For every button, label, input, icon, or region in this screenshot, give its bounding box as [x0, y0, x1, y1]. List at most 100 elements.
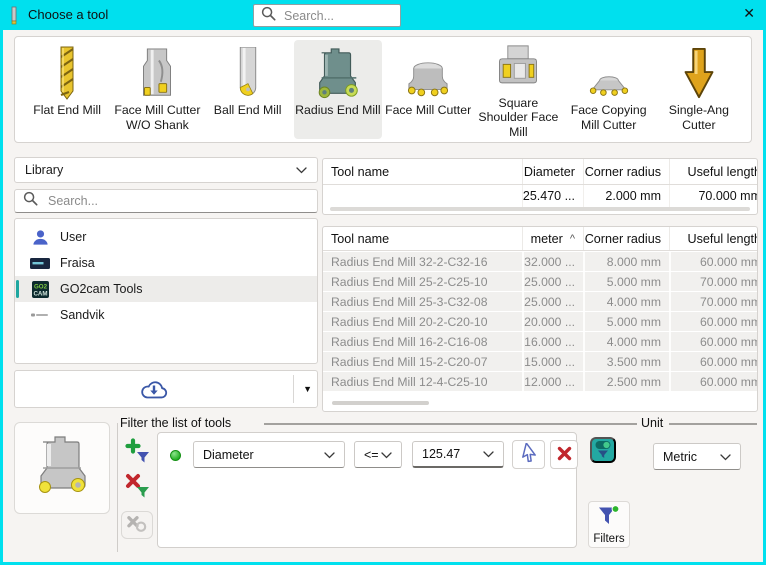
tool-type-label: Square Shoulder Face Mill [474, 96, 562, 140]
table-row[interactable]: Radius End Mill 25-3-C32-08 25.000 ... 4… [323, 292, 757, 311]
svg-text:GO2: GO2 [33, 283, 47, 290]
cell-diameter: 25.000 ... [522, 272, 583, 291]
cloud-download-icon [15, 371, 293, 407]
tool-rows: Radius End Mill 32-2-C32-16 32.000 ... 8… [323, 251, 757, 391]
unit-dropdown[interactable]: Metric [653, 443, 741, 470]
table-row[interactable]: Radius End Mill 25-2-C25-10 25.000 ... 5… [323, 272, 757, 291]
tool-type-label: Ball End Mill [214, 103, 282, 118]
groupbox-line [264, 423, 632, 425]
delete-filter-button[interactable] [550, 440, 578, 469]
table-header-row: Tool name Diameter Corner radius Useful … [323, 159, 757, 185]
filters-button[interactable]: Filters [588, 501, 630, 548]
filter-field-dropdown[interactable]: Diameter [193, 441, 345, 468]
chevron-down-icon [296, 163, 307, 177]
cell-useful-length: 60.000 mm [669, 252, 758, 271]
column-header-diameter[interactable]: Diameter [522, 159, 583, 184]
library-search-input[interactable] [46, 193, 309, 209]
titlebar-search[interactable] [253, 4, 401, 27]
table-row[interactable]: Radius End Mill 16-2-C16-08 16.000 ... 4… [323, 332, 757, 351]
cell-diameter: 125.470 ... [522, 185, 583, 207]
cell-tool-name: Radius End Mill 32-2-C32-16 [323, 255, 522, 269]
table-row[interactable]: Radius End Mill 20-2-C20-10 20.000 ... 5… [323, 312, 757, 331]
tool-type-ball-end-mill[interactable]: Ball End Mill [204, 40, 292, 139]
remove-filter-button[interactable] [123, 472, 153, 502]
cell-corner-radius: 5.000 mm [583, 312, 669, 331]
table-row[interactable]: Radius End Mill 32-2-C32-16 32.000 ... 8… [323, 252, 757, 271]
svg-text:CAM: CAM [33, 290, 47, 297]
funnel-active-icon [597, 505, 621, 530]
search-icon [261, 6, 276, 26]
library-search[interactable] [14, 189, 318, 213]
library-item-go2cam-tools[interactable]: GO2CAM GO2cam Tools [15, 276, 317, 302]
titlebar-search-input[interactable] [282, 8, 393, 24]
cell-tool-name: Radius End Mill 15-2-C20-07 [323, 355, 522, 369]
cell-corner-radius: 8.000 mm [583, 252, 669, 271]
tool-type-flat-end-mill[interactable]: Flat End Mill [23, 40, 111, 139]
filter-value-dropdown[interactable]: 125.47 [412, 441, 504, 468]
tool-type-face-mill-wo-shank[interactable]: Face Mill Cutter W/O Shank [113, 40, 201, 139]
column-header-useful-length[interactable]: Useful length [669, 227, 758, 250]
download-library-button[interactable]: ▼ [14, 370, 318, 408]
selected-tool-row[interactable]: 125.470 ... 2.000 mm 70.000 mm [323, 185, 757, 207]
filter-rules-panel: Diameter <= 125.47 [157, 432, 577, 548]
chevron-down-icon [324, 448, 335, 462]
cell-tool-name: Radius End Mill 16-2-C16-08 [323, 335, 522, 349]
titlebar: Choose a tool ✕ [0, 0, 766, 30]
cell-useful-length: 60.000 mm [669, 312, 758, 331]
tool-type-face-mill-cutter[interactable]: Face Mill Cutter [384, 40, 472, 139]
mill-tool-icon [9, 6, 19, 31]
column-header-tool-name[interactable]: Tool name [323, 165, 522, 179]
library-item-label: GO2cam Tools [60, 282, 142, 296]
delete-x-icon [557, 446, 572, 464]
table-header-row: Tool name meter ^ Corner radius Useful l… [323, 227, 757, 251]
tool-type-single-angle-cutter[interactable]: Single-Ang Cutter [655, 40, 743, 139]
library-dropdown[interactable]: Library [14, 157, 318, 183]
table-row[interactable]: Radius End Mill 15-2-C20-07 15.000 ... 3… [323, 352, 757, 371]
filter-operator-value: <= [364, 448, 379, 462]
horizontal-scrollbar[interactable] [332, 401, 429, 405]
close-button[interactable]: ✕ [743, 6, 755, 20]
tool-preview [14, 422, 110, 514]
cell-diameter: 32.000 ... [522, 252, 583, 271]
remove-filter-icon [125, 473, 151, 502]
face-mill-wo-shank-icon [135, 43, 179, 103]
cell-tool-name: Radius End Mill 20-2-C20-10 [323, 315, 522, 329]
library-item-sandvik[interactable]: Sandvik [15, 302, 317, 328]
radius-end-mill-preview-image [33, 434, 91, 503]
column-header-diameter-sorted[interactable]: meter ^ [522, 227, 583, 250]
unit-value: Metric [663, 450, 697, 464]
filter-operator-dropdown[interactable]: <= [354, 441, 402, 468]
library-item-fraisa[interactable]: Fraisa [15, 250, 317, 276]
library-item-user[interactable]: User [15, 224, 317, 250]
horizontal-scrollbar[interactable] [330, 207, 750, 211]
single-angle-cutter-icon [682, 43, 716, 103]
column-header-corner-radius[interactable]: Corner radius [583, 227, 669, 250]
cell-diameter: 25.000 ... [522, 292, 583, 311]
dropdown-arrow-icon[interactable]: ▼ [303, 384, 312, 394]
tool-type-square-shoulder-face-mill[interactable]: Square Shoulder Face Mill [474, 40, 562, 139]
tool-type-radius-end-mill[interactable]: Radius End Mill [294, 40, 382, 139]
table-row[interactable]: Radius End Mill 12-4-C25-10 12.000 ... 2… [323, 372, 757, 391]
tool-type-label: Single-Ang Cutter [655, 103, 743, 132]
face-copying-mill-cutter-icon [583, 43, 635, 103]
column-header-tool-name[interactable]: Tool name [323, 232, 522, 246]
add-filter-icon [125, 438, 151, 467]
library-item-label: Sandvik [60, 308, 104, 322]
tool-list-table: Tool name meter ^ Corner radius Useful l… [322, 226, 758, 412]
filter-toggle-button[interactable] [590, 437, 616, 463]
pick-value-button[interactable] [512, 440, 545, 469]
filter-enabled-indicator[interactable] [170, 450, 181, 461]
column-header-corner-radius[interactable]: Corner radius [583, 159, 669, 184]
groupbox-line [669, 423, 757, 425]
add-filter-button[interactable] [123, 437, 153, 467]
cell-useful-length: 60.000 mm [669, 332, 758, 351]
tool-type-face-copying-mill-cutter[interactable]: Face Copying Mill Cutter [565, 40, 653, 139]
column-header-useful-length[interactable]: Useful length [669, 159, 758, 184]
cell-diameter: 20.000 ... [522, 312, 583, 331]
sort-ascending-icon: ^ [570, 233, 575, 245]
tool-type-label: Face Copying Mill Cutter [565, 103, 653, 132]
cell-useful-length: 60.000 mm [669, 372, 758, 391]
clear-filters-button[interactable] [121, 511, 153, 539]
user-icon [30, 229, 50, 246]
cell-corner-radius: 3.500 mm [583, 352, 669, 371]
